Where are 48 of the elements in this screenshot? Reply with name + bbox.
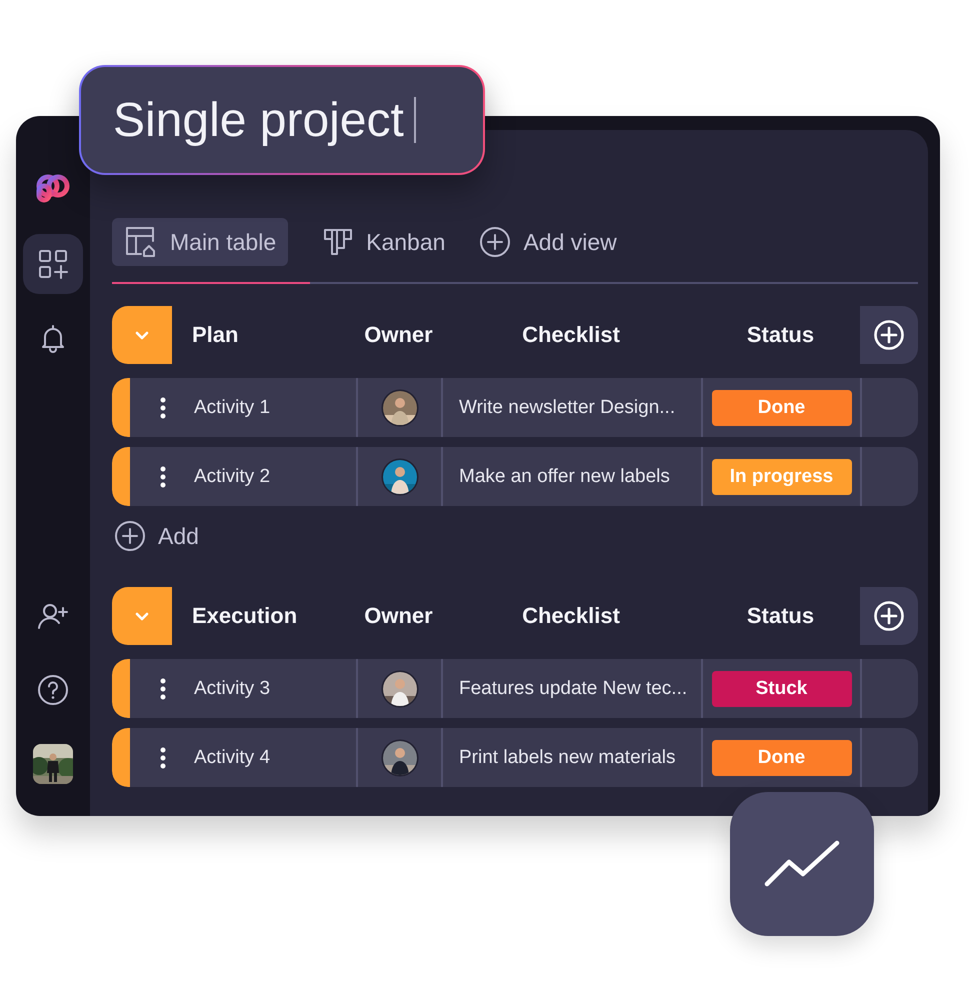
column-header: Checklist (522, 322, 620, 348)
more-icon (160, 466, 166, 488)
add-user-icon (37, 602, 69, 630)
add-item-button[interactable]: Add (112, 518, 199, 554)
add-icon (114, 520, 146, 552)
title-field[interactable]: Single project (79, 65, 485, 175)
checklist-text: Features update New tec... (459, 678, 688, 700)
sidebar-button[interactable] (23, 234, 83, 294)
add-icon (873, 600, 905, 632)
collapse-button[interactable] (112, 587, 172, 645)
view-tab[interactable]: Kanban (310, 218, 458, 266)
item-name: Activity 1 (194, 396, 270, 418)
add-view-button[interactable]: Add view (479, 218, 629, 266)
checklist-text: Print labels new materials (459, 746, 676, 768)
group-title: Execution (192, 603, 298, 629)
add-icon (479, 226, 512, 258)
add-column-button[interactable] (860, 587, 918, 645)
trend-icon (764, 840, 840, 888)
column-header: Owner (364, 322, 433, 348)
group-title: Plan (192, 322, 238, 348)
collapse-button[interactable] (112, 306, 172, 364)
table-row[interactable]: Activity 4 Print labels new materials Done (112, 728, 918, 787)
add-icon (873, 319, 905, 351)
kanban-icon (322, 226, 354, 258)
help-icon (37, 674, 69, 706)
column-header: Owner (364, 603, 433, 629)
item-name: Activity 4 (194, 746, 270, 768)
column-header: Checklist (522, 603, 620, 629)
text-cursor (414, 97, 416, 143)
column-header: Status (746, 603, 814, 629)
checklist-text: Write newsletter Design... (459, 396, 676, 418)
table-icon (124, 225, 158, 259)
checklist-text: Make an offer new labels (459, 466, 670, 488)
more-icon (160, 678, 166, 700)
chart-button[interactable] (730, 792, 874, 936)
more-icon (160, 746, 166, 768)
add-column-button[interactable] (860, 306, 918, 364)
column-header: Status (746, 322, 814, 348)
item-name: Activity 3 (194, 678, 270, 700)
table-row[interactable]: Activity 2 Make an offer new labels In progress (112, 447, 918, 506)
apps-add-icon (38, 249, 68, 279)
table-row[interactable]: Activity 1 Write newsletter Design... Done (112, 378, 918, 437)
bell-icon (39, 323, 67, 353)
more-icon (160, 396, 166, 418)
status-label[interactable]: Stuck (712, 670, 852, 706)
item-name: Activity 2 (194, 466, 270, 488)
view-tab[interactable]: Main table (112, 218, 288, 266)
table-row[interactable]: Activity 3 Features update New tec... Stuck (112, 659, 918, 718)
